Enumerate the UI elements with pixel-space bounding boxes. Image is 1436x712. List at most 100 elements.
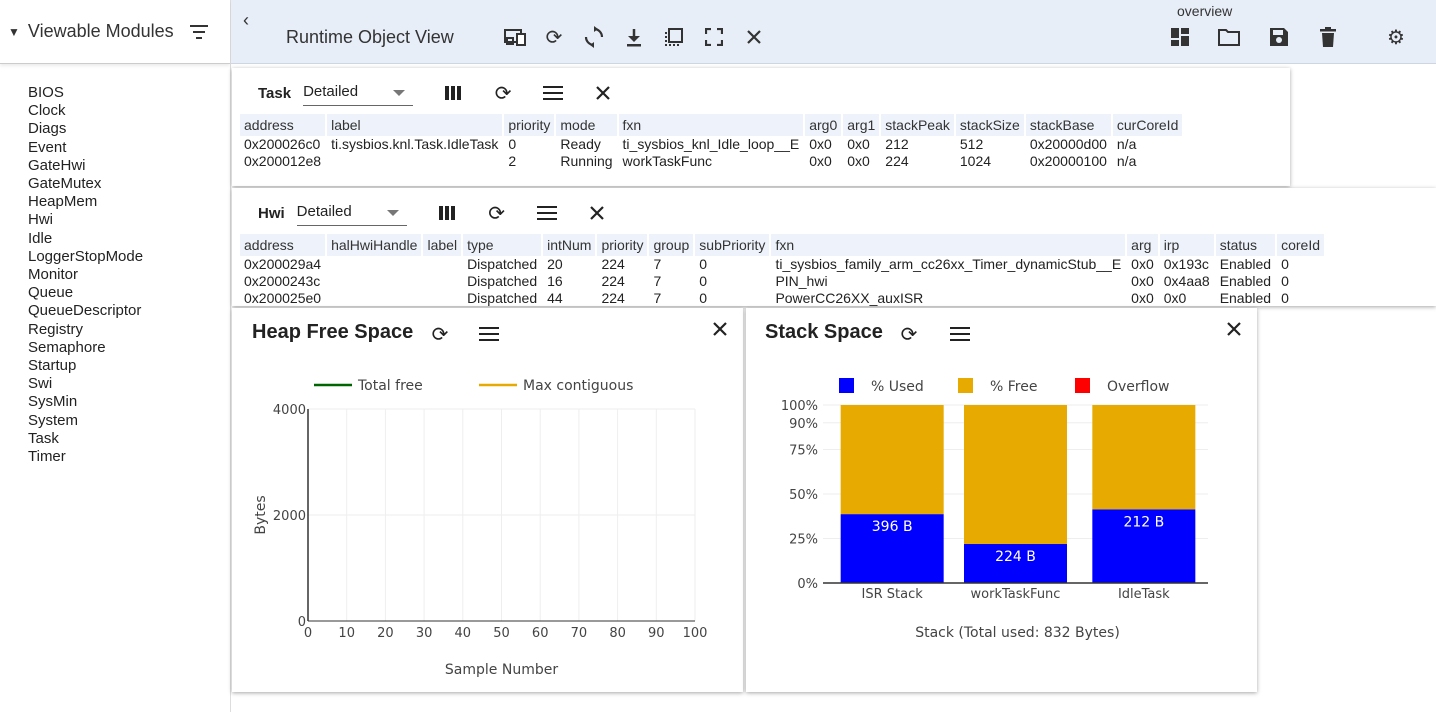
table-cell: 0x0 xyxy=(1131,256,1154,272)
module-item-bios[interactable]: BIOS xyxy=(28,84,230,102)
column-header-curcoreid[interactable]: curCoreId xyxy=(1112,114,1183,136)
x-tick-label: 80 xyxy=(609,626,626,641)
table-row[interactable]: 0x200026c0 ti.sysbios.knl.Task.IdleTask 0 R… xyxy=(240,136,1182,153)
module-item-task[interactable]: Task xyxy=(28,430,230,448)
module-item-timer[interactable]: Timer xyxy=(28,448,230,466)
auto-refresh-icon[interactable] xyxy=(582,25,606,49)
module-item-gatemutex[interactable]: GateMutex xyxy=(28,175,230,193)
column-header-arg0[interactable]: arg0 xyxy=(805,114,842,136)
module-item-sysmin[interactable]: SysMin xyxy=(28,393,230,411)
table-row[interactable]: 0x200029a4 Dispatched 20 224 7 0 ti_sysbios_fa… xyxy=(240,256,1324,273)
download-icon[interactable] xyxy=(622,25,646,49)
column-header-coreid[interactable]: coreId xyxy=(1277,234,1324,256)
x-tick-label: 10 xyxy=(338,626,355,641)
module-item-idle[interactable]: Idle xyxy=(28,230,230,248)
bar-free xyxy=(1092,405,1196,510)
table-cell: 7 xyxy=(653,256,662,272)
refresh-icon[interactable]: ⟳ xyxy=(491,81,515,105)
dropdown-arrow-icon xyxy=(386,210,399,216)
column-header-label[interactable]: label xyxy=(327,114,503,136)
column-header-irp[interactable]: irp xyxy=(1159,234,1214,256)
module-item-registry[interactable]: Registry xyxy=(28,321,230,339)
menu-icon[interactable] xyxy=(535,201,559,225)
module-item-clock[interactable]: Clock xyxy=(28,102,230,120)
heap-panel: Heap Free Space ⟳ 0 10 20 30 40 50 60 70 80 90 100… xyxy=(232,308,743,692)
column-header-stackbase[interactable]: stackBase xyxy=(1025,114,1111,136)
column-header-mode[interactable]: mode xyxy=(556,114,617,136)
column-header-arg[interactable]: arg xyxy=(1127,234,1158,256)
back-icon[interactable]: ‹ xyxy=(243,10,249,31)
module-item-hwi[interactable]: Hwi xyxy=(28,211,230,229)
connect-device-icon[interactable] xyxy=(503,25,527,49)
module-item-queuedescriptor[interactable]: QueueDescriptor xyxy=(28,302,230,320)
module-item-loggerstopmode[interactable]: LoggerStopMode xyxy=(28,248,230,266)
module-item-diags[interactable]: Diags xyxy=(28,120,230,138)
hwi-table: address halHwiHandle label type intNum priori… xyxy=(238,234,1326,306)
table-cell: 2 xyxy=(508,153,517,169)
stack-chart: 0% 25% 50% 75% 90% 100% 396 B ISR Stack 224 B wor… xyxy=(781,378,1208,641)
column-header-label[interactable]: label xyxy=(423,234,462,256)
column-header-type[interactable]: type xyxy=(463,234,542,256)
column-header-status[interactable]: status xyxy=(1215,234,1276,256)
table-cell: 0x200025e0 xyxy=(244,290,322,306)
module-item-queue[interactable]: Queue xyxy=(28,284,230,302)
table-cell: 0x200026c0 xyxy=(244,136,321,152)
column-header-priority[interactable]: priority xyxy=(504,114,555,136)
column-header-stacksize[interactable]: stackSize xyxy=(955,114,1024,136)
delete-icon[interactable] xyxy=(1316,25,1340,49)
table-row[interactable]: 0x200025e0 Dispatched 44 224 7 0 PowerCC26XX_a… xyxy=(240,290,1324,306)
module-item-system[interactable]: System xyxy=(28,412,230,430)
column-header-priority[interactable]: priority xyxy=(597,234,648,256)
collapse-caret-icon[interactable]: ▼ xyxy=(8,25,20,39)
bar-free xyxy=(964,405,1067,545)
modules-header[interactable]: ▼ Viewable Modules xyxy=(0,0,230,64)
save-icon[interactable] xyxy=(1267,25,1291,49)
column-header-intnum[interactable]: intNum xyxy=(543,234,596,256)
bar-data-label: 212 B xyxy=(1123,514,1164,530)
table-cell: 16 xyxy=(547,273,563,289)
column-header-arg1[interactable]: arg1 xyxy=(843,114,880,136)
table-cell: ti_sysbios_family_arm_cc26xx_Timer_dynam… xyxy=(775,256,1122,272)
column-header-halhwihandle[interactable]: halHwiHandle xyxy=(327,234,422,256)
dashboard-icon[interactable] xyxy=(1168,25,1192,49)
close-icon[interactable] xyxy=(742,25,766,49)
menu-icon[interactable] xyxy=(541,81,565,105)
columns-icon[interactable] xyxy=(441,81,465,105)
refresh-icon[interactable]: ⟳ xyxy=(485,201,509,225)
filter-icon[interactable] xyxy=(189,24,208,39)
column-header-group[interactable]: group xyxy=(649,234,694,256)
column-header-fxn[interactable]: fxn xyxy=(771,234,1126,256)
table-cell: 7 xyxy=(653,273,662,289)
x-tick-label: workTaskFunc xyxy=(971,587,1061,602)
close-icon[interactable] xyxy=(585,201,609,225)
task-view-select[interactable]: Detailed xyxy=(303,80,414,106)
table-row[interactable]: 0x200012e8 2 Running workTaskFunc 0x0 0x0 224 1… xyxy=(240,153,1182,170)
column-header-fxn[interactable]: fxn xyxy=(618,114,804,136)
folder-icon[interactable] xyxy=(1217,25,1241,49)
module-item-monitor[interactable]: Monitor xyxy=(28,266,230,284)
module-item-heapmem[interactable]: HeapMem xyxy=(28,193,230,211)
column-header-address[interactable]: address xyxy=(240,234,326,256)
column-header-address[interactable]: address xyxy=(240,114,326,136)
hwi-view-select[interactable]: Detailed xyxy=(296,200,407,226)
column-header-stackpeak[interactable]: stackPeak xyxy=(881,114,954,136)
select-all-icon[interactable] xyxy=(662,25,686,49)
y-tick-label: 100% xyxy=(781,399,818,414)
module-item-semaphore[interactable]: Semaphore xyxy=(28,339,230,357)
module-item-startup[interactable]: Startup xyxy=(28,357,230,375)
settings-icon[interactable]: ⚙ xyxy=(1384,25,1408,49)
column-header-subpriority[interactable]: subPriority xyxy=(695,234,770,256)
module-item-gatehwi[interactable]: GateHwi xyxy=(28,157,230,175)
y-tick-label: 75% xyxy=(789,444,818,459)
table-cell: ti_sysbios_knl_Idle_loop__E xyxy=(622,136,800,152)
table-cell: 0x0 xyxy=(809,136,832,152)
module-item-swi[interactable]: Swi xyxy=(28,375,230,393)
close-icon[interactable] xyxy=(591,81,615,105)
refresh-icon[interactable]: ⟳ xyxy=(542,25,566,49)
columns-icon[interactable] xyxy=(435,201,459,225)
x-tick-label: 40 xyxy=(455,626,472,641)
module-item-event[interactable]: Event xyxy=(28,139,230,157)
table-cell xyxy=(327,153,502,170)
table-row[interactable]: 0x2000243c Dispatched 16 224 7 0 PIN_hwi 0x0 0x4… xyxy=(240,273,1324,290)
fullscreen-icon[interactable] xyxy=(702,25,726,49)
